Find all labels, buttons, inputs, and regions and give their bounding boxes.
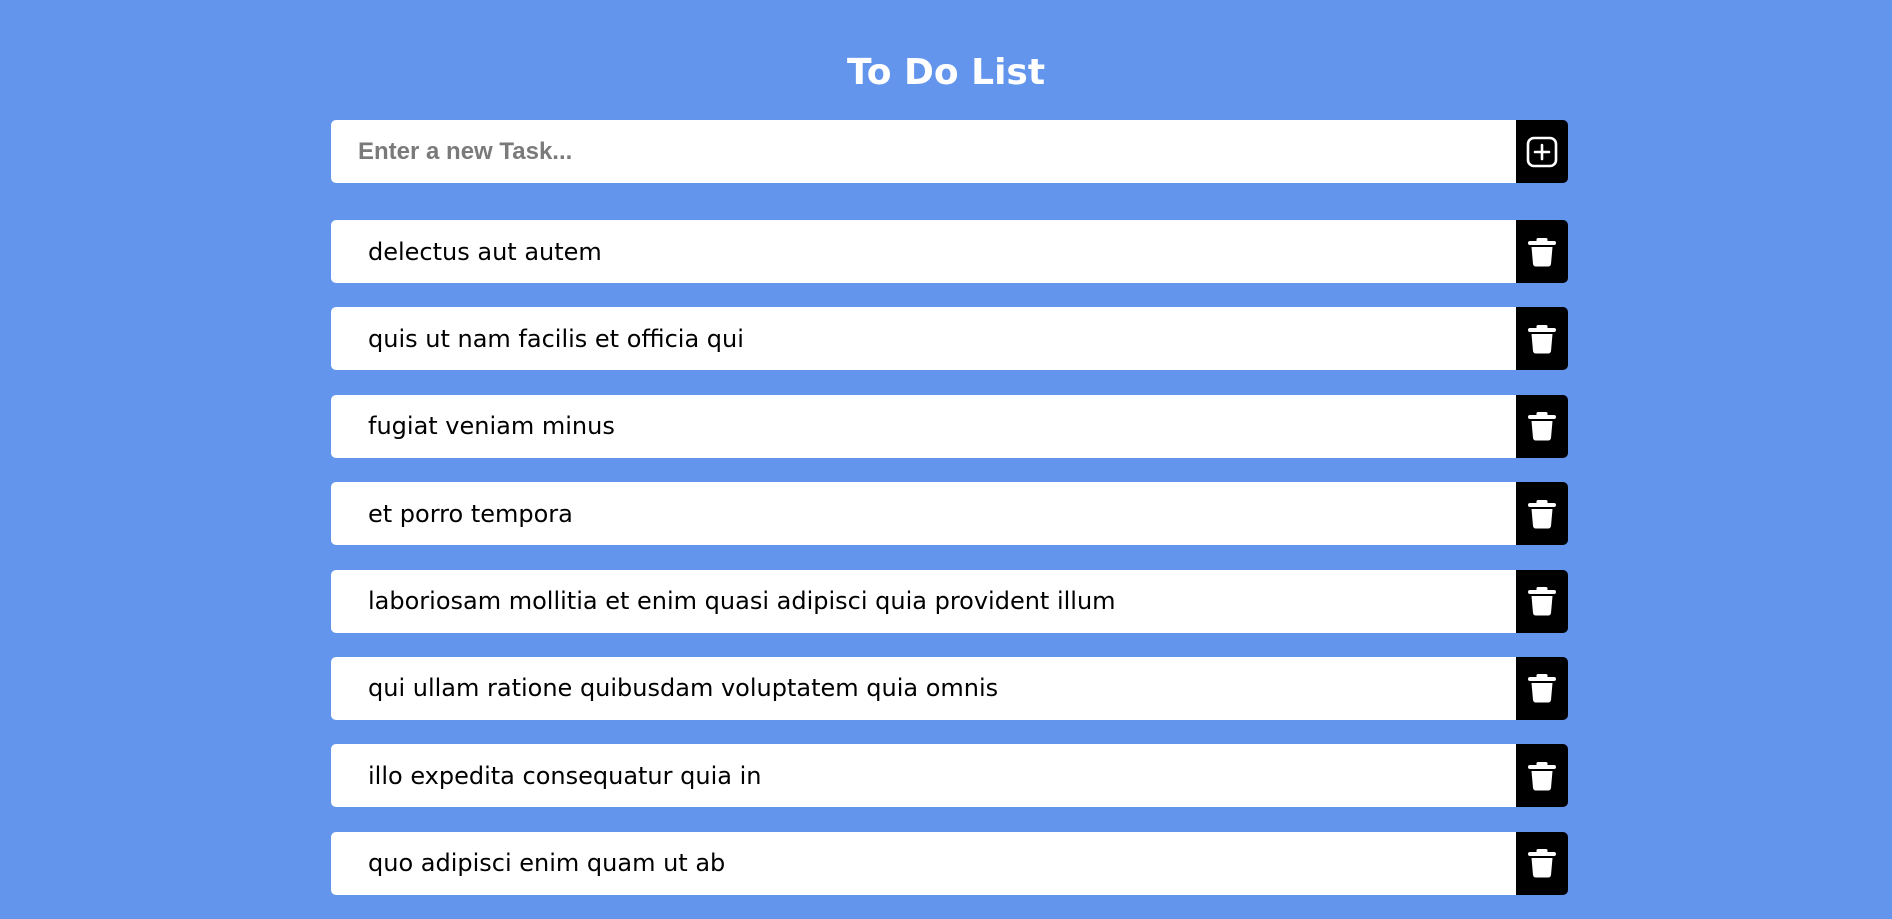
- task-item: laboriosam mollitia et enim quasi adipis…: [331, 569, 1568, 633]
- new-task-form: [331, 120, 1568, 183]
- task-text: fugiat veniam minus: [331, 394, 1516, 458]
- delete-task-button[interactable]: [1516, 394, 1568, 458]
- add-task-button[interactable]: [1516, 120, 1568, 183]
- task-item: illo expedita consequatur quia in: [331, 744, 1568, 808]
- trash-icon: [1528, 761, 1556, 791]
- task-text: illo expedita consequatur quia in: [331, 744, 1516, 808]
- trash-icon: [1528, 849, 1556, 878]
- task-text: laboriosam mollitia et enim quasi adipis…: [331, 569, 1516, 633]
- task-text: qui ullam ratione quibusdam voluptatem q…: [331, 656, 1516, 720]
- task-list: delectus aut autem quis ut nam facilis e…: [331, 220, 1568, 919]
- delete-task-button[interactable]: [1516, 744, 1568, 808]
- task-text: quo adipisci enim quam ut ab: [331, 831, 1516, 895]
- delete-task-button[interactable]: [1516, 220, 1568, 283]
- plus-square-icon: [1526, 136, 1558, 167]
- task-text: delectus aut autem: [331, 220, 1516, 283]
- task-item: qui ullam ratione quibusdam voluptatem q…: [331, 656, 1568, 720]
- task-item: fugiat veniam minus: [331, 394, 1568, 458]
- trash-icon: [1528, 499, 1556, 529]
- delete-task-button[interactable]: [1516, 569, 1568, 633]
- page-title: To Do List: [846, 52, 1046, 93]
- trash-icon: [1528, 324, 1556, 354]
- delete-task-button[interactable]: [1516, 307, 1568, 371]
- trash-icon: [1528, 237, 1556, 267]
- task-item: quo adipisci enim quam ut ab: [331, 831, 1568, 895]
- trash-icon: [1528, 412, 1556, 441]
- task-item: delectus aut autem: [331, 220, 1568, 283]
- trash-icon: [1528, 587, 1556, 616]
- task-item: quis ut nam facilis et officia qui: [331, 307, 1568, 371]
- task-text: et porro tempora: [331, 482, 1516, 546]
- delete-task-button[interactable]: [1516, 656, 1568, 720]
- delete-task-button[interactable]: [1516, 482, 1568, 546]
- task-text: quis ut nam facilis et officia qui: [331, 307, 1516, 371]
- new-task-input[interactable]: [331, 120, 1516, 183]
- delete-task-button[interactable]: [1516, 831, 1568, 895]
- trash-icon: [1528, 674, 1556, 703]
- task-item: et porro tempora: [331, 482, 1568, 546]
